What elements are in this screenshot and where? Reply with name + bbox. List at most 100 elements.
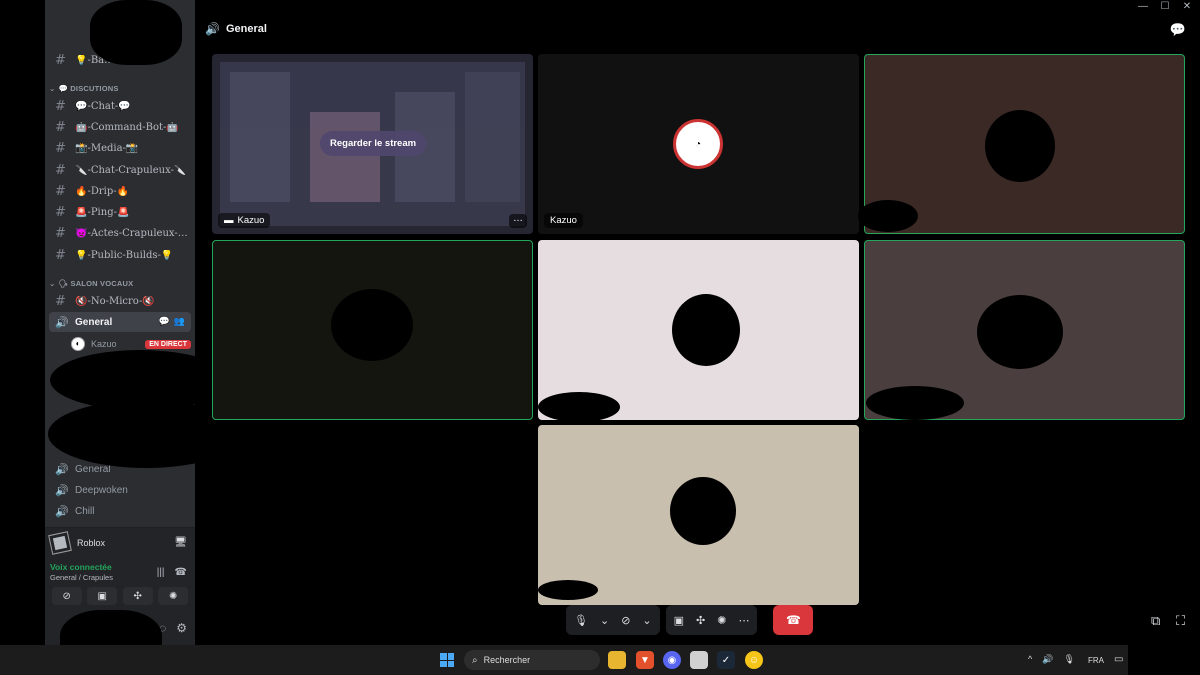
speaker-icon: 🔊 [55, 505, 69, 518]
speaker-icon: 🔊 [205, 22, 220, 36]
steam-icon[interactable]: ✓ [717, 651, 735, 669]
brave-icon[interactable]: ▼ [636, 651, 654, 669]
search-icon: ⌕ [472, 654, 478, 666]
hash-icon: # [55, 293, 66, 309]
discord-icon[interactable]: ◉ [663, 651, 681, 669]
gear-icon[interactable]: ⚙ [176, 621, 187, 635]
activities-icon[interactable]: ✣ [696, 614, 705, 627]
hash-icon: # [55, 225, 66, 241]
screen-share-icon[interactable]: 🖥 [174, 537, 187, 548]
redaction [331, 289, 413, 361]
chevron-down-icon: ⌄ [49, 84, 56, 93]
chat-bubble-icon[interactable]: 💬 [159, 316, 170, 327]
discord-window: — ☐ ✕ # 💡-Ba… ⌄ 💬 DISCUTIONS # 💬-Chat-💬 … [0, 0, 1200, 675]
stream-pane [310, 112, 380, 202]
window-controls: — ☐ ✕ [1120, 0, 1200, 14]
speaker-icon: 🔊 [55, 316, 69, 329]
chevron-up-icon[interactable]: ^ [1028, 654, 1032, 665]
file-explorer-icon[interactable] [608, 651, 626, 669]
redaction [670, 477, 736, 545]
popout-icon[interactable]: ⧉ [1151, 613, 1160, 629]
redaction [90, 0, 182, 65]
screen-share-icon: ▬ [224, 215, 234, 226]
camera-off-button[interactable]: ⊘ [51, 587, 82, 605]
avatar: ◐ [71, 337, 85, 351]
microphone-icon[interactable]: 🎙 [574, 614, 588, 627]
stream-tile[interactable]: Regarder le stream ▬ Kazuo … [212, 54, 533, 234]
channel-actes-crapuleux[interactable]: # 👿-Actes-Crapuleux-… [49, 223, 191, 243]
display-icon[interactable]: ▭ [1114, 654, 1123, 665]
hash-icon: # [55, 119, 66, 135]
redaction [538, 580, 598, 600]
disconnect-icon[interactable]: ☎ [175, 567, 187, 578]
voice-channel-chill[interactable]: 🔊 Chill [49, 501, 191, 521]
channel-chat[interactable]: # 💬-Chat-💬 [49, 96, 191, 116]
chat-icon[interactable]: 💬 [1170, 22, 1186, 38]
voice-channel-general[interactable]: 🔊 General 💬 👥 [49, 312, 191, 332]
call-controls: 🎙 ⌄ ⊘ ⌄ ▣ ✣ ✺ ⋯ ☎ [566, 605, 814, 635]
more-options-button[interactable]: … [509, 214, 527, 228]
category-discutions[interactable]: ⌄ 💬 DISCUTIONS [49, 84, 119, 93]
speaker-icon: 🔊 [55, 484, 69, 497]
voice-channel-deepwoken[interactable]: 🔊 Deepwoken [49, 480, 191, 500]
live-badge: EN DIRECT [145, 339, 191, 349]
channel-title: General [225, 23, 267, 35]
redaction [1128, 645, 1200, 675]
redaction [672, 294, 740, 366]
channel-actions: 💬 👥 [159, 316, 185, 327]
hash-icon: # [55, 140, 66, 156]
action-group: ▣ ✣ ✺ ⋯ [665, 605, 758, 635]
chevron-down-icon: ⌄ [49, 279, 56, 288]
channel-no-micro[interactable]: # 🔇-No-Micro-🔇 [49, 291, 191, 311]
volume-icon[interactable]: 🔊 [1042, 654, 1053, 665]
share-screen-button[interactable]: ▣ [87, 587, 118, 605]
hash-icon: # [55, 183, 66, 199]
watch-stream-button[interactable]: Regarder le stream [320, 131, 427, 156]
channel-ping[interactable]: # 🚨-Ping-🚨 [49, 202, 191, 222]
chevron-down-icon[interactable]: ⌄ [642, 614, 651, 627]
maximize-button[interactable]: ☐ [1158, 0, 1172, 14]
voice-status-panel: Voix connectée General / Crapules ||| ☎ [45, 557, 195, 587]
voice-status-actions: ||| ☎ [157, 567, 187, 578]
category-salon-vocaux[interactable]: ⌄ 🗣 SALON VOCAUX [49, 279, 133, 288]
channel-public-builds[interactable]: # 💡-Public-Builds-💡 [49, 245, 191, 265]
minimize-button[interactable]: — [1136, 0, 1150, 14]
activity-panel[interactable]: Roblox 🖥 [45, 527, 195, 557]
disconnect-button[interactable]: ☎ [773, 605, 814, 635]
hash-icon: # [55, 52, 66, 68]
app-icon[interactable]: ☺ [745, 651, 763, 669]
participant-tile[interactable] [212, 240, 533, 420]
channel-command-bot[interactable]: # 🤖-Command-Bot-🤖 [49, 117, 191, 137]
camera-off-icon[interactable]: ⊘ [621, 614, 630, 627]
redaction [866, 386, 964, 420]
speaker-icon: 🔊 [55, 463, 69, 476]
channel-drip[interactable]: # 🔥-Drip-🔥 [49, 181, 191, 201]
activities-button[interactable]: ✣ [122, 587, 153, 605]
close-button[interactable]: ✕ [1180, 0, 1194, 14]
add-member-icon[interactable]: 👥 [174, 316, 185, 327]
voice-action-buttons: ⊘ ▣ ✣ ✺ [45, 587, 195, 609]
participant-tile[interactable] [538, 425, 859, 605]
redaction [977, 295, 1063, 369]
avatar: ◔ [673, 119, 723, 169]
roblox-icon [48, 530, 72, 555]
soundboard-wave-icon[interactable]: ||| [157, 567, 165, 578]
redaction [538, 392, 620, 422]
soundboard-button[interactable]: ✺ [158, 587, 189, 605]
redaction [858, 200, 918, 232]
system-tray: ^ 🔊 🎙 [1028, 654, 1075, 665]
soundboard-icon[interactable]: ✺ [717, 614, 726, 627]
more-icon[interactable]: ⋯ [738, 614, 749, 627]
language-indicator[interactable]: FRA [1088, 656, 1104, 665]
fullscreen-icon[interactable]: ⛶ [1176, 613, 1185, 629]
mic-group: 🎙 ⌄ ⊘ ⌄ [566, 605, 660, 635]
microphone-icon[interactable]: 🎙 [1063, 654, 1074, 665]
chevron-down-icon[interactable]: ⌄ [600, 614, 609, 627]
channel-media[interactable]: # 📸-Media-📸 [49, 138, 191, 158]
taskbar-search[interactable]: ⌕ Rechercher [464, 650, 600, 670]
roblox-icon[interactable] [690, 651, 708, 669]
participant-tile-kazuo[interactable]: ◔ Kazuo [538, 54, 859, 234]
windows-start-icon[interactable] [440, 653, 454, 667]
channel-chat-crapuleux[interactable]: # 🔪-Chat-Crapuleux-🔪 [49, 160, 191, 180]
share-screen-icon[interactable]: ▣ [674, 614, 684, 627]
